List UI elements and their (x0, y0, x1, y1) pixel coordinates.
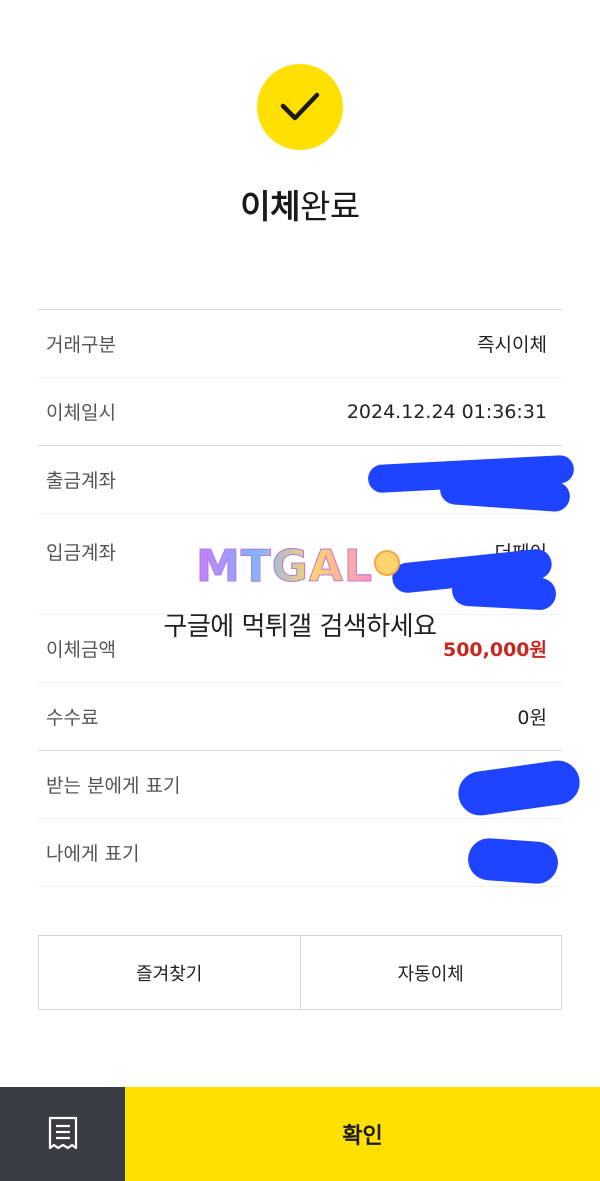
detail-label: 받는 분에게 표기 (46, 775, 181, 797)
page-title: 이체완료 (0, 180, 600, 228)
detail-label: 입금계좌 (46, 542, 116, 564)
receipt-button[interactable] (0, 1087, 125, 1181)
detail-value: 0원 (517, 707, 547, 729)
confirm-button[interactable]: 확인 (125, 1087, 600, 1181)
auto-transfer-button[interactable]: 자동이체 (299, 936, 561, 1009)
detail-label: 이체일시 (46, 402, 116, 424)
bottom-bar: 확인 (0, 1087, 600, 1181)
detail-row-type: 거래구분 즉시이체 (38, 310, 562, 378)
title-rest: 완료 (300, 187, 360, 226)
detail-label: 출금계좌 (46, 470, 116, 492)
watermark-logo: MTGAL (195, 540, 406, 592)
title-bold: 이체 (240, 187, 300, 226)
watermark-caption: 구글에 먹튀갤 검색하세요 (163, 612, 437, 642)
detail-value: 2024.12.24 01:36:31 (346, 400, 547, 423)
checkmark-icon (280, 92, 320, 121)
redaction-mark (466, 836, 560, 886)
detail-row-datetime: 이체일시 2024.12.24 01:36:31 (38, 378, 562, 446)
detail-label: 거래구분 (46, 334, 116, 356)
favorite-button[interactable]: 즐겨찾기 (39, 936, 300, 1009)
sun-icon (374, 550, 400, 576)
success-check-icon (257, 64, 343, 150)
detail-value: 즉시이체 (477, 334, 547, 356)
detail-label: 나에게 표기 (46, 843, 140, 865)
detail-row-fee: 수수료 0원 (38, 683, 562, 751)
watermark-logo-text: MTGAL (195, 540, 374, 592)
action-buttons: 즐겨찾기 자동이체 (38, 935, 562, 1010)
detail-label: 수수료 (46, 707, 99, 729)
receipt-icon (48, 1116, 77, 1150)
